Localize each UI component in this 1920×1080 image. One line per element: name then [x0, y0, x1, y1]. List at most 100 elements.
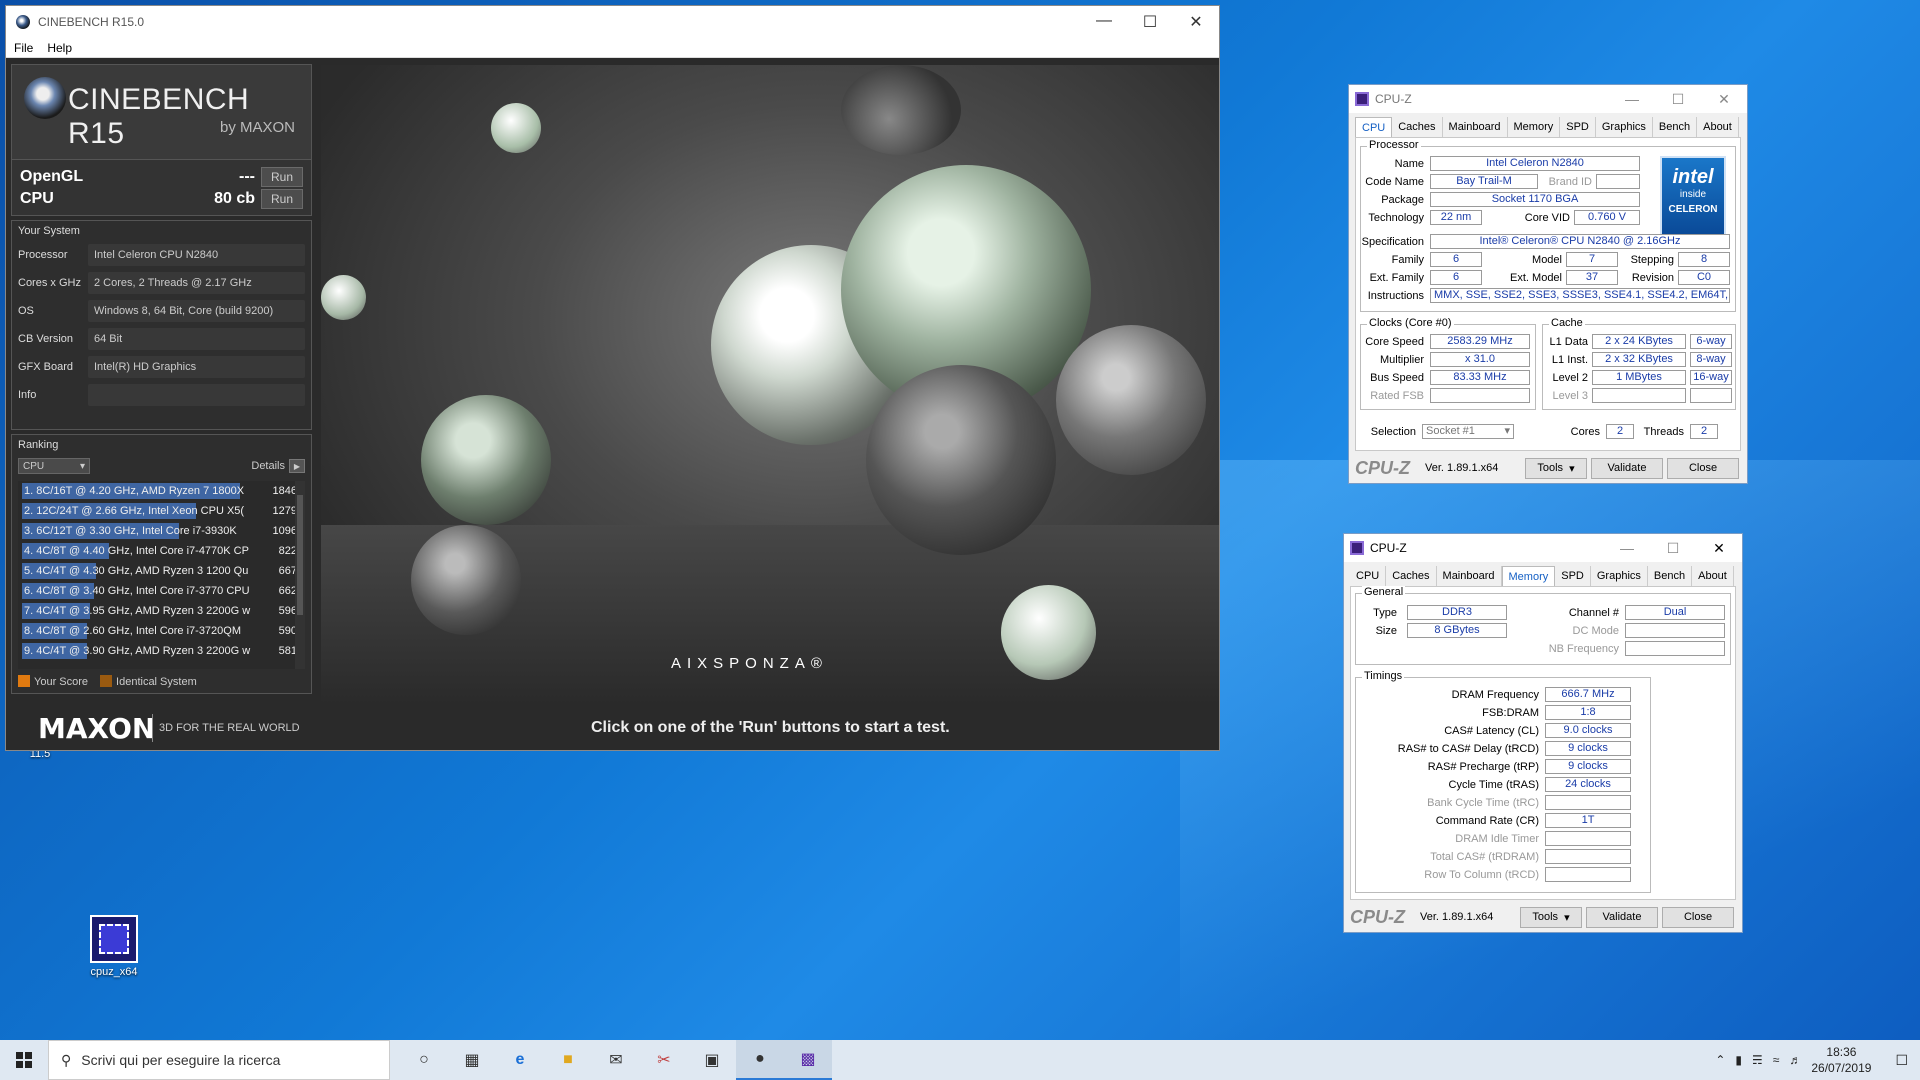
- validate-button[interactable]: Validate: [1591, 457, 1663, 479]
- cpuz-mem-titlebar[interactable]: CPU-Z — ☐ ✕: [1344, 534, 1742, 562]
- tab-mainboard[interactable]: Mainboard: [1443, 117, 1508, 137]
- brandid-value: [1596, 174, 1640, 189]
- ranking-item[interactable]: 7. 4C/4T @ 3.95 GHz, AMD Ryzen 3 2200G w…: [18, 601, 305, 621]
- test-cpu-label: CPU: [20, 190, 54, 207]
- tab-cpu[interactable]: CPU: [1350, 566, 1387, 586]
- close-icon[interactable]: ✕: [1696, 540, 1742, 557]
- run-cpu-button[interactable]: Run: [261, 189, 303, 209]
- ranking-item[interactable]: 3. 6C/12T @ 3.30 GHz, Intel Core i7-3930…: [18, 521, 305, 541]
- desktop-icon-cpuz[interactable]: cpuz_x64: [74, 915, 154, 978]
- maximize-icon[interactable]: ☐: [1650, 540, 1696, 557]
- tests-panel: OpenGL --- Run CPU 80 cb Run: [11, 160, 312, 216]
- search-placeholder: Scrivi qui per eseguire la ricerca: [81, 1052, 281, 1068]
- close-button[interactable]: Close: [1662, 906, 1734, 928]
- tab-memory[interactable]: Memory: [1508, 117, 1561, 137]
- maximize-icon[interactable]: ☐: [1655, 91, 1701, 108]
- minimize-icon[interactable]: —: [1609, 91, 1655, 108]
- status-hint: Click on one of the 'Run' buttons to sta…: [591, 719, 950, 736]
- ranking-item-text: 8. 4C/8T @ 2.60 GHz, Intel Core i7-3720Q…: [24, 625, 242, 637]
- cinebench-left-panel: CINEBENCH R15 by MAXON OpenGL --- Run CP…: [11, 64, 312, 704]
- notifications-icon[interactable]: ☐: [1895, 1052, 1908, 1069]
- menu-help[interactable]: Help: [47, 41, 72, 55]
- tab-memory[interactable]: Memory: [1501, 566, 1556, 586]
- task-view-icon[interactable]: ▦: [448, 1040, 496, 1080]
- system-tray: ⌃ ▮ ☴ ≈ ♬ 18:36 26/07/2019 ☐: [1715, 1044, 1920, 1076]
- cpuz-taskbar-icon[interactable]: ▩: [784, 1040, 832, 1080]
- edge-icon[interactable]: e: [496, 1040, 544, 1080]
- close-icon[interactable]: ✕: [1701, 91, 1747, 108]
- ranking-scrollbar[interactable]: [295, 481, 305, 669]
- tab-cpu[interactable]: CPU: [1355, 117, 1393, 137]
- menu-file[interactable]: File: [14, 41, 33, 55]
- tab-graphics[interactable]: Graphics: [1591, 566, 1648, 586]
- selection-label: Selection: [1370, 426, 1416, 438]
- selection-select[interactable]: Socket #1 ▾: [1422, 424, 1514, 439]
- ranking-item-text: 9. 4C/4T @ 3.90 GHz, AMD Ryzen 3 2200G w: [24, 645, 251, 657]
- volume-icon[interactable]: ♬: [1789, 1053, 1801, 1067]
- battery-icon[interactable]: ▮: [1735, 1053, 1742, 1067]
- close-icon[interactable]: ✕: [1173, 12, 1219, 32]
- cpuz-cpu-window: CPU-Z — ☐ ✕ CPU Caches Mainboard Memory SP…: [1348, 84, 1748, 484]
- maximize-icon[interactable]: ☐: [1127, 12, 1173, 32]
- tab-spd[interactable]: SPD: [1560, 117, 1596, 137]
- tab-about[interactable]: About: [1697, 117, 1739, 137]
- validate-button[interactable]: Validate: [1586, 906, 1658, 928]
- cpuz-brand: CPU-Z: [1355, 457, 1410, 478]
- ranking-item[interactable]: 6. 4C/8T @ 3.40 GHz, Intel Core i7-3770 …: [18, 581, 305, 601]
- cortana-icon[interactable]: ○: [400, 1040, 448, 1080]
- ranking-select[interactable]: CPU ▾: [18, 458, 90, 474]
- timing-value: 1:8: [1545, 705, 1631, 720]
- test-opengl: OpenGL --- Run: [20, 166, 303, 188]
- network-icon[interactable]: ☴: [1752, 1053, 1763, 1067]
- close-button[interactable]: Close: [1667, 457, 1739, 479]
- render-view: AIXSPONZA®: [321, 65, 1219, 705]
- cpuz-cpu-titlebar[interactable]: CPU-Z — ☐ ✕: [1349, 85, 1747, 113]
- wifi-icon[interactable]: ≈: [1773, 1053, 1780, 1067]
- cinebench-titlebar[interactable]: CINEBENCH R15.0 — ☐ ✕: [6, 6, 1219, 38]
- extmodel-label: Ext. Model: [1510, 272, 1562, 284]
- l1d-value: 2 x 24 KBytes: [1592, 334, 1686, 349]
- mail-icon[interactable]: ✉: [592, 1040, 640, 1080]
- ranking-item[interactable]: 5. 4C/4T @ 4.30 GHz, AMD Ryzen 3 1200 Qu…: [18, 561, 305, 581]
- tools-button[interactable]: Tools ▾: [1525, 457, 1587, 479]
- snipping-tool-icon[interactable]: ✂: [640, 1040, 688, 1080]
- photos-icon[interactable]: ▣: [688, 1040, 736, 1080]
- chevron-up-icon[interactable]: ⌃: [1715, 1053, 1725, 1067]
- tab-mainboard[interactable]: Mainboard: [1437, 566, 1502, 586]
- minimize-icon[interactable]: —: [1604, 540, 1650, 557]
- ranking-item[interactable]: 2. 12C/24T @ 2.66 GHz, Intel Xeon CPU X5…: [18, 501, 305, 521]
- tab-graphics[interactable]: Graphics: [1596, 117, 1653, 137]
- info-field[interactable]: [88, 384, 305, 406]
- tab-bench[interactable]: Bench: [1653, 117, 1698, 137]
- ranking-item[interactable]: 1. 8C/16T @ 4.20 GHz, AMD Ryzen 7 1800X 1…: [18, 481, 305, 501]
- cinebench-window: CINEBENCH R15.0 — ☐ ✕ File Help CINEBENC…: [5, 5, 1220, 751]
- tools-button[interactable]: Tools ▾: [1520, 906, 1582, 928]
- file-explorer-icon[interactable]: ■: [544, 1040, 592, 1080]
- extfamily-label: Ext. Family: [1369, 272, 1424, 284]
- system-row: Cores x GHz 2 Cores, 2 Threads @ 2.17 GHz: [18, 269, 305, 297]
- test-opengl-value: ---: [239, 168, 255, 185]
- ranking-list[interactable]: 1. 8C/16T @ 4.20 GHz, AMD Ryzen 7 1800X 1…: [18, 481, 305, 669]
- test-cpu-value: 80 cb: [214, 190, 255, 207]
- tab-spd[interactable]: SPD: [1555, 566, 1591, 586]
- clock-time: 18:36: [1826, 1045, 1857, 1059]
- minimize-icon[interactable]: —: [1081, 12, 1127, 32]
- ranking-item[interactable]: 8. 4C/8T @ 2.60 GHz, Intel Core i7-3720Q…: [18, 621, 305, 641]
- taskbar-search[interactable]: ⚲ Scrivi qui per eseguire la ricerca: [48, 1040, 390, 1080]
- ranking-item[interactable]: 4. 4C/8T @ 4.40 GHz, Intel Core i7-4770K…: [18, 541, 305, 561]
- ranking-item[interactable]: 9. 4C/4T @ 3.90 GHz, AMD Ryzen 3 2200G w…: [18, 641, 305, 661]
- memory-panel: General Type DDR3 Size 8 GBytes Channel …: [1350, 586, 1736, 900]
- tab-caches[interactable]: Caches: [1392, 117, 1443, 137]
- run-opengl-button[interactable]: Run: [261, 167, 303, 187]
- l1d-way: 6-way: [1690, 334, 1732, 349]
- cinebench-taskbar-icon[interactable]: ●: [736, 1040, 784, 1080]
- taskbar-clock[interactable]: 18:36 26/07/2019: [1811, 1044, 1871, 1076]
- start-button[interactable]: [0, 1040, 48, 1080]
- processor-caption: Processor: [1367, 139, 1421, 151]
- details-button[interactable]: Details ▶: [251, 459, 305, 473]
- tab-caches[interactable]: Caches: [1386, 566, 1437, 586]
- tab-about[interactable]: About: [1692, 566, 1734, 586]
- system-value: Intel(R) HD Graphics: [88, 356, 305, 378]
- tab-bench[interactable]: Bench: [1648, 566, 1693, 586]
- general-caption: General: [1362, 586, 1406, 598]
